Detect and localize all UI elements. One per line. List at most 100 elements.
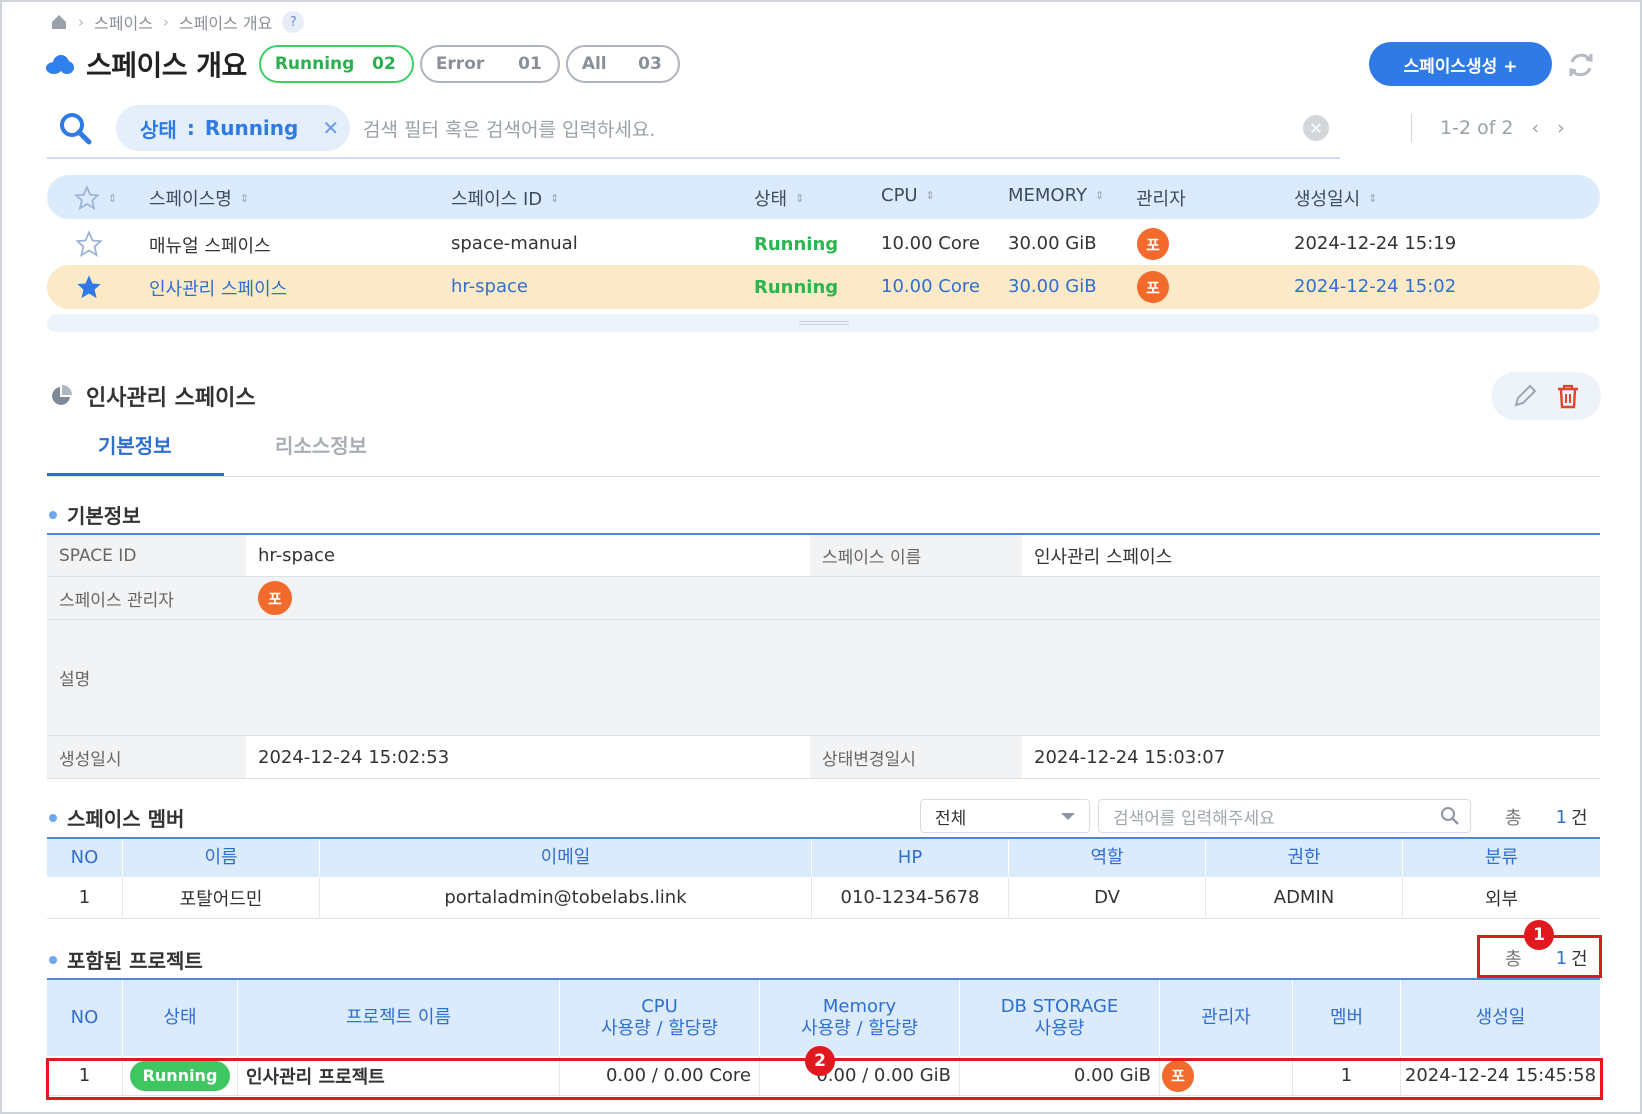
refresh-icon[interactable] xyxy=(1566,50,1596,80)
table-row[interactable]: 1 포탈어드민 portaladmin@tobelabs.link 010-12… xyxy=(47,877,1600,919)
filter-chip-status: 상태 : Running ✕ xyxy=(116,105,350,151)
filter-running-pill[interactable]: Running 02 xyxy=(258,45,414,83)
chevron-left-icon[interactable]: ‹ xyxy=(1532,117,1540,139)
column-header: 이름 xyxy=(123,839,320,877)
member-total: 총 1 건 xyxy=(1505,806,1588,830)
page-header: 스페이스 개요 Running 02 Error 01 All 03 xyxy=(46,44,680,84)
status-changed-value: 2024-12-24 15:03:07 xyxy=(1022,736,1600,778)
column-header-id[interactable]: 스페이스 ID ⇕ xyxy=(451,185,559,211)
cpu-value: 10.00 Core xyxy=(881,233,980,254)
space-name-label: 스페이스 이름 xyxy=(810,535,1022,576)
close-icon[interactable]: ✕ xyxy=(322,116,339,140)
pie-chart-icon xyxy=(52,385,72,405)
section-members: 스페이스 멤버 xyxy=(49,803,184,832)
column-header: 분류 xyxy=(1403,839,1600,877)
column-header: 프로젝트 이름 xyxy=(238,980,560,1056)
trash-icon[interactable] xyxy=(1554,382,1582,410)
avatar: 포 xyxy=(1137,228,1169,260)
chip-key: 상태 xyxy=(140,117,177,142)
column-header-memory[interactable]: MEMORY ⇕ xyxy=(1008,185,1104,206)
column-header: 역할 xyxy=(1009,839,1206,877)
help-icon[interactable]: ? xyxy=(282,11,305,33)
column-header-db-storage: DB STORAGE 사용량 xyxy=(960,980,1160,1056)
filter-running-label: Running xyxy=(274,54,355,74)
space-name[interactable]: 인사관리 스페이스 xyxy=(149,275,287,301)
column-header: 이메일 xyxy=(320,839,812,877)
select-value: 전체 xyxy=(935,808,967,829)
section-projects: 포함된 프로젝트 xyxy=(49,945,203,974)
column-header-name[interactable]: 스페이스명 ⇕ xyxy=(149,185,249,211)
member-no: 1 xyxy=(47,877,123,919)
column-header: 멤버 xyxy=(1293,980,1401,1056)
member-search-input[interactable]: 검색어를 입력해주세요 xyxy=(1098,799,1471,833)
chevron-right-icon[interactable]: › xyxy=(1557,117,1565,139)
member-authority: ADMIN xyxy=(1206,877,1403,919)
create-space-button[interactable]: 스페이스생성 + xyxy=(1369,42,1552,86)
filter-all-pill[interactable]: All 03 xyxy=(565,45,680,83)
description-value xyxy=(246,620,1600,735)
avatar: 포 xyxy=(258,581,292,615)
column-header: HP xyxy=(812,839,1009,877)
space-name-value: 인사관리 스페이스 xyxy=(1022,535,1600,576)
column-header-created[interactable]: 생성일시 ⇕ xyxy=(1294,185,1377,211)
members-table: NO 이름 이메일 HP 역할 권한 분류 1 포탈어드민 portaladmi… xyxy=(47,837,1600,919)
space-id-label: SPACE ID xyxy=(47,535,246,576)
home-icon[interactable] xyxy=(50,13,68,31)
cloud-icon xyxy=(46,54,74,74)
active-tab-indicator xyxy=(47,473,224,476)
sort-icon: ⇕ xyxy=(550,191,560,205)
star-filled-icon[interactable] xyxy=(75,273,103,301)
breadcrumb-item-overview: 스페이스 개요 xyxy=(178,14,273,33)
filter-error-pill[interactable]: Error 01 xyxy=(419,45,560,83)
resize-handle[interactable] xyxy=(47,314,1600,332)
clear-search-icon[interactable]: ✕ xyxy=(1303,115,1329,141)
detail-title: 인사관리 스페이스 xyxy=(86,386,256,411)
space-name[interactable]: 매뉴얼 스페이스 xyxy=(149,232,271,258)
annotation-marker-2: 2 xyxy=(805,1046,835,1076)
star-outline-icon xyxy=(74,185,100,211)
breadcrumb: › 스페이스 › 스페이스 개요 ? xyxy=(50,10,305,34)
member-name: 포탈어드민 xyxy=(123,877,320,919)
search-input[interactable]: 검색 필터 혹은 검색어를 입력하세요. xyxy=(363,115,655,142)
column-header-cpu: CPU 사용량 / 할당량 xyxy=(560,980,760,1056)
filter-error-count: 01 xyxy=(518,54,542,74)
chip-value: Running xyxy=(204,116,299,140)
sort-icon: ⇕ xyxy=(239,191,250,205)
filter-running-count: 02 xyxy=(372,54,396,74)
search-icon[interactable] xyxy=(1440,806,1460,826)
tab-resource-info[interactable]: 리소스정보 xyxy=(275,430,367,459)
tab-basic-info[interactable]: 기본정보 xyxy=(98,430,172,459)
sort-icon[interactable]: ⇕ xyxy=(108,193,117,204)
member-filter-select[interactable]: 전체 xyxy=(920,799,1090,833)
created-label: 생성일시 xyxy=(47,736,246,778)
detail-toolbar xyxy=(1491,372,1601,420)
filter-error-label: Error xyxy=(435,54,485,74)
breadcrumb-item-space[interactable]: 스페이스 xyxy=(94,10,153,34)
sort-icon: ⇕ xyxy=(1094,189,1105,202)
section-basic-info: 기본정보 xyxy=(49,500,141,529)
favorite-column-header[interactable]: ⇕ xyxy=(74,185,117,211)
column-header: NO xyxy=(47,980,123,1056)
page-title: 스페이스 개요 xyxy=(86,49,247,82)
space-id: space-manual xyxy=(451,233,578,254)
column-header-status[interactable]: 상태 ⇕ xyxy=(754,185,804,211)
column-header: 상태 xyxy=(123,980,238,1056)
space-id-value: hr-space xyxy=(246,535,810,576)
memory-value: 30.00 GiB xyxy=(1008,276,1097,297)
column-header: 권한 xyxy=(1206,839,1403,877)
space-id: hr-space xyxy=(451,276,528,297)
member-email: portaladmin@tobelabs.link xyxy=(320,877,812,919)
search-placeholder: 검색어를 입력해주세요 xyxy=(1113,808,1275,829)
column-header-cpu[interactable]: CPU ⇕ xyxy=(881,185,935,206)
column-header: NO xyxy=(47,839,123,877)
search-icon[interactable] xyxy=(58,111,92,145)
member-hp: 010-1234-5678 xyxy=(812,877,1009,919)
status-text: Running xyxy=(754,234,839,255)
created-value: 2024-12-24 15:02:53 xyxy=(246,736,810,778)
memory-value: 30.00 GiB xyxy=(1008,233,1097,254)
avatar: 포 xyxy=(1137,271,1169,303)
edit-icon[interactable] xyxy=(1511,382,1539,410)
caret-down-icon xyxy=(1061,812,1075,820)
star-outline-icon[interactable] xyxy=(75,230,103,258)
column-header: 생성일 xyxy=(1401,980,1600,1056)
